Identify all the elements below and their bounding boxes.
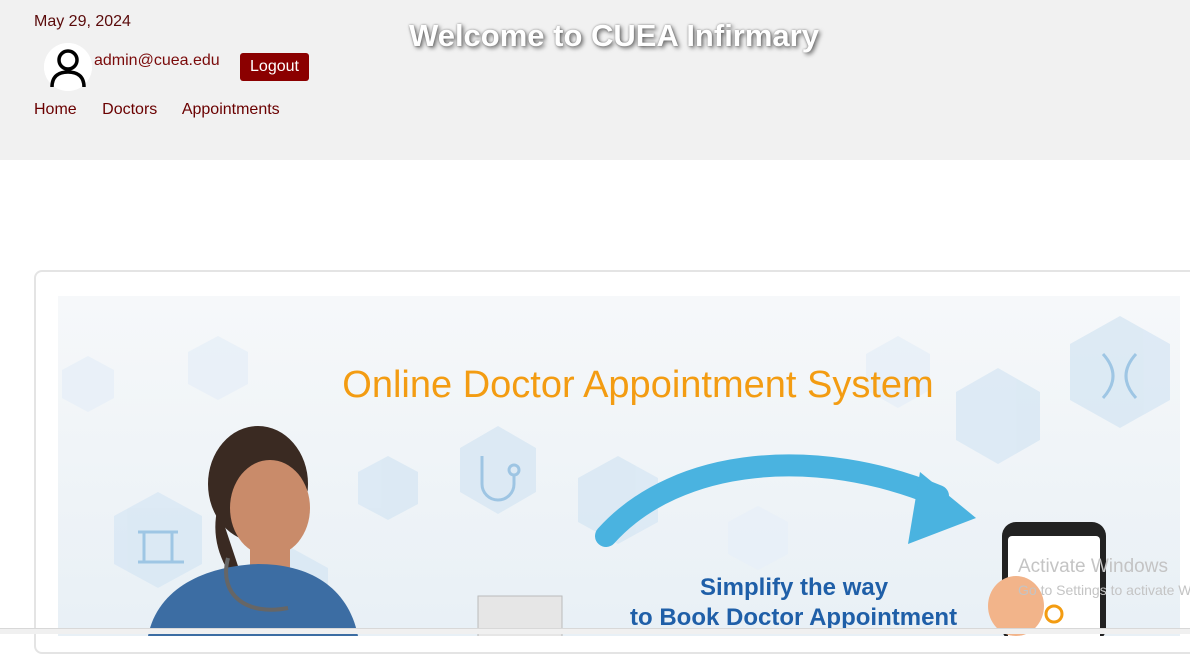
watermark-title: Activate Windows (1018, 556, 1168, 577)
user-email: admin@cuea.edu (94, 52, 220, 69)
banner-image: Online Doctor Appointment System Simplif… (58, 296, 1180, 636)
nav-item-home[interactable]: Home (34, 101, 77, 118)
page-title: Welcome to CUEA Infirmary (409, 18, 819, 53)
medical-hexagon-icons (62, 316, 1170, 636)
logout-button[interactable]: Logout (240, 53, 309, 81)
main-nav: Home Doctors Appointments (34, 101, 301, 119)
current-date: May 29, 2024 (34, 13, 131, 30)
windows-activation-watermark: Activate Windows Go to Settings to activ… (1018, 556, 1190, 598)
watermark-subtitle: Go to Settings to activate Windows. (1018, 582, 1190, 598)
user-avatar-icon (44, 43, 92, 91)
banner-title: Online Doctor Appointment System (342, 364, 934, 406)
header: May 29, 2024 admin@cuea.edu Logout Welco… (0, 0, 1190, 160)
banner-subtitle-line1: Simplify the way (700, 574, 889, 601)
nav-item-appointments[interactable]: Appointments (182, 101, 280, 118)
nav-item-doctors[interactable]: Doctors (102, 101, 157, 118)
horizontal-scrollbar[interactable] (0, 628, 1190, 634)
